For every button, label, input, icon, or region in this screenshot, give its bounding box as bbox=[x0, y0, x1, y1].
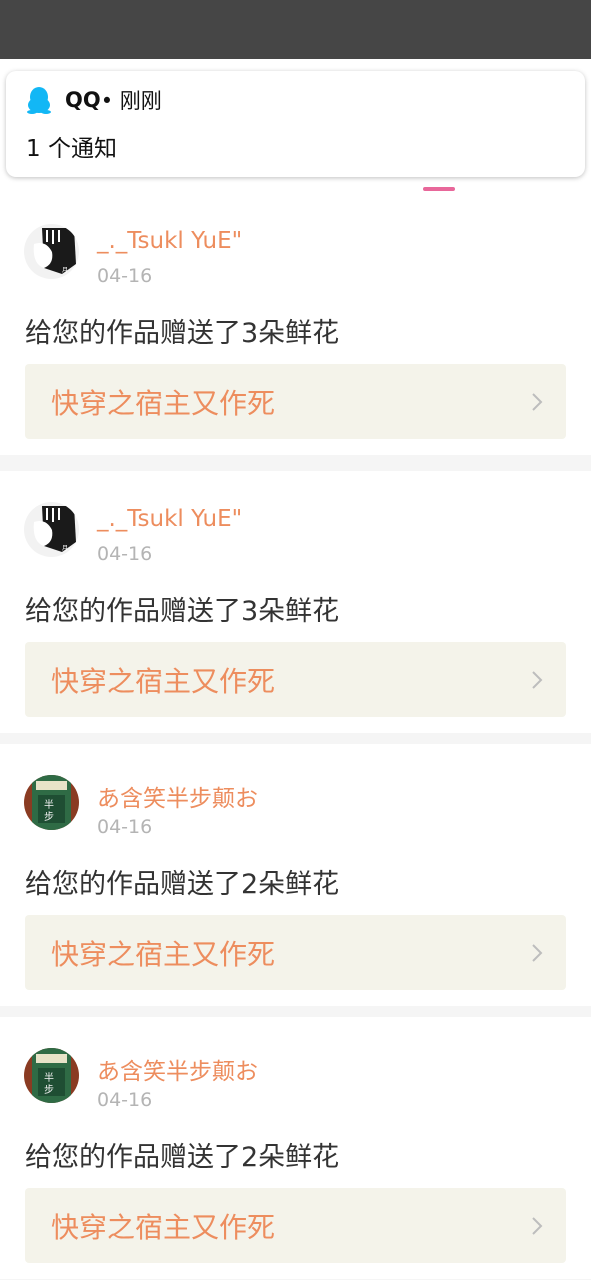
avatar[interactable]: 月 bbox=[24, 502, 79, 557]
item-date: 04-16 bbox=[97, 816, 153, 838]
item-date: 04-16 bbox=[97, 265, 153, 287]
avatar[interactable]: 月 bbox=[24, 224, 79, 279]
notification-app-name: QQ bbox=[65, 88, 101, 112]
bw-anime-avatar-icon: 月 bbox=[24, 502, 79, 557]
item-date: 04-16 bbox=[97, 1089, 153, 1111]
list-item: 月 _._Tsukl YuE" 04-16 给您的作品赠送了3朵鲜花 快穿之宿主… bbox=[0, 471, 591, 733]
gift-message: 给您的作品赠送了3朵鲜花 bbox=[25, 596, 340, 627]
sender-name[interactable]: _._Tsukl YuE" bbox=[97, 228, 242, 254]
active-tab-indicator bbox=[423, 187, 455, 191]
work-link[interactable]: 快穿之宿主又作死 bbox=[25, 364, 566, 439]
status-bar bbox=[0, 0, 591, 59]
work-title: 快穿之宿主又作死 bbox=[51, 1210, 276, 1244]
work-link[interactable]: 快穿之宿主又作死 bbox=[25, 1188, 566, 1263]
qq-penguin-icon bbox=[27, 87, 51, 114]
gift-message: 给您的作品赠送了3朵鲜花 bbox=[25, 318, 340, 349]
notification-time: • 刚刚 bbox=[100, 89, 162, 113]
item-date: 04-16 bbox=[97, 543, 153, 565]
svg-text:月: 月 bbox=[62, 545, 68, 552]
list-item: 月 _._Tsukl YuE" 04-16 给您的作品赠送了3朵鲜花 快穿之宿主… bbox=[0, 193, 591, 455]
qq-notification-banner[interactable]: QQ • 刚刚 1 个通知 bbox=[6, 71, 585, 177]
list-item: 半 步 あ含笑半步颠お 04-16 给您的作品赠送了2朵鲜花 快穿之宿主又作死 bbox=[0, 744, 591, 1006]
notification-header: QQ • 刚刚 bbox=[26, 85, 162, 115]
bw-anime-avatar-icon: 月 bbox=[24, 224, 79, 279]
avatar[interactable]: 半 步 bbox=[24, 775, 79, 830]
svg-text:半: 半 bbox=[44, 1071, 54, 1084]
work-title: 快穿之宿主又作死 bbox=[51, 664, 276, 698]
gift-message: 给您的作品赠送了2朵鲜花 bbox=[25, 1142, 340, 1173]
work-title: 快穿之宿主又作死 bbox=[51, 386, 276, 420]
chevron-right-icon bbox=[532, 670, 543, 689]
svg-text:半: 半 bbox=[44, 798, 54, 811]
svg-text:步: 步 bbox=[44, 811, 54, 823]
gift-message: 给您的作品赠送了2朵鲜花 bbox=[25, 869, 340, 900]
svg-text:步: 步 bbox=[44, 1084, 54, 1096]
list-item: 半 步 あ含笑半步颠お 04-16 给您的作品赠送了2朵鲜花 快穿之宿主又作死 bbox=[0, 1017, 591, 1279]
work-link[interactable]: 快穿之宿主又作死 bbox=[25, 642, 566, 717]
avatar[interactable]: 半 步 bbox=[24, 1048, 79, 1103]
chevron-right-icon bbox=[532, 392, 543, 411]
sender-name[interactable]: あ含笑半步颠お bbox=[97, 1052, 258, 1086]
sender-name[interactable]: あ含笑半步颠お bbox=[97, 779, 258, 813]
green-label-avatar-icon: 半 步 bbox=[24, 775, 79, 830]
notification-body: 1 个通知 bbox=[26, 136, 117, 162]
work-link[interactable]: 快穿之宿主又作死 bbox=[25, 915, 566, 990]
chevron-right-icon bbox=[532, 1216, 543, 1235]
svg-text:月: 月 bbox=[62, 267, 68, 274]
sender-name[interactable]: _._Tsukl YuE" bbox=[97, 506, 242, 532]
chevron-right-icon bbox=[532, 943, 543, 962]
work-title: 快穿之宿主又作死 bbox=[51, 937, 276, 971]
green-label-avatar-icon: 半 步 bbox=[24, 1048, 79, 1103]
